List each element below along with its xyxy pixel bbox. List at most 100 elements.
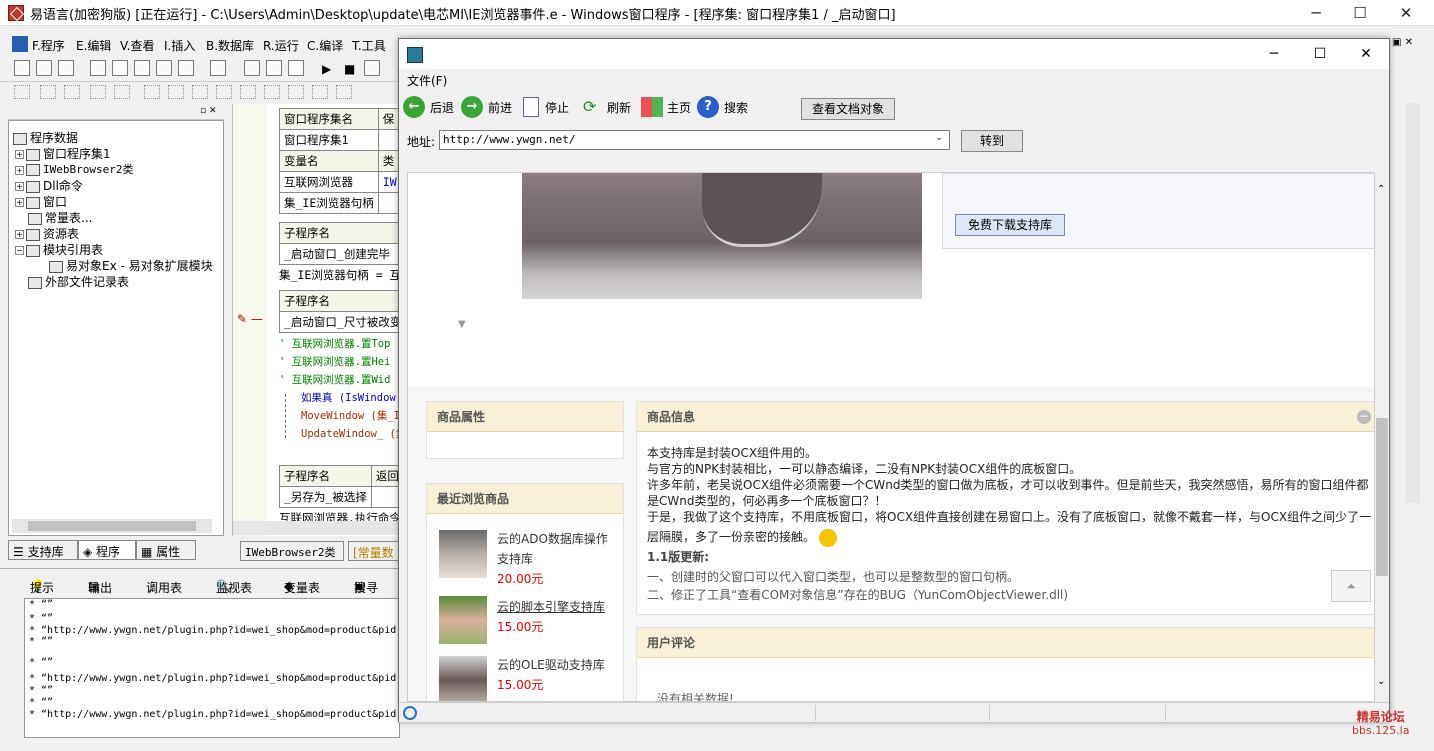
stop-button[interactable]: 停止 [523,95,569,119]
product-name[interactable]: 云的OLE驱动支持库 [497,656,605,673]
tab-support-lib[interactable]: ☰ 支持库 [8,540,78,560]
redo-icon[interactable] [178,60,194,76]
product-thumb[interactable] [439,530,487,578]
tree-scroll-thumb[interactable] [28,521,196,531]
refresh-button[interactable]: ⟳ 刷新 [583,95,631,119]
tree-item-dll[interactable]: + Dll命令 [15,177,83,194]
layout2-icon[interactable] [266,60,282,76]
close-button[interactable]: ✕ [1384,2,1428,24]
back-button[interactable]: ← 后退 [403,95,454,119]
undo-icon[interactable] [156,60,172,76]
vspace-icon[interactable] [240,85,256,99]
panel-pin-icon[interactable]: ▫ ✕ [200,106,217,116]
cell-var-handle[interactable]: 集_IE浏览器句柄 [279,192,379,214]
collapse-icon[interactable]: − [1357,410,1371,424]
browser-minimize-button[interactable]: ─ [1251,41,1297,67]
collapse-arrow-icon[interactable]: ▼ [458,319,466,330]
menu-insert[interactable]: I.插入 [164,37,195,54]
layout1-icon[interactable] [244,60,260,76]
home-button[interactable]: 主页 [641,95,691,119]
same-size-icon[interactable] [192,85,208,99]
code-updatewindow[interactable]: UpdateWindow_ (集 [301,426,406,441]
browser-close-button[interactable]: ✕ [1343,41,1389,67]
cell-sub-create[interactable]: _启动窗口_创建完毕 [279,243,400,265]
product-thumb[interactable] [439,596,487,644]
paste-icon[interactable] [134,60,150,76]
back-to-top-icon[interactable]: ⏶ [1331,570,1371,602]
hspace-icon[interactable] [216,85,232,99]
go-button[interactable]: 转到 [961,130,1023,152]
layout3-icon[interactable] [288,60,304,76]
maximize-button[interactable]: ☐ [1338,2,1382,24]
scroll-down-icon[interactable]: ⌄ [1377,676,1385,687]
new-icon[interactable] [14,60,30,76]
tree-item-resources[interactable]: + 资源表 [15,225,79,242]
code-line-handle[interactable]: 集_IE浏览器句柄 = 互 [279,267,401,283]
find-icon[interactable] [210,60,226,76]
menu-edit[interactable]: E.编辑 [76,37,111,54]
tree-item-modules[interactable]: − 模块引用表 [15,241,103,258]
code-editor[interactable]: 窗口程序集名保 窗口程序集1 变量名类 互联网浏览器 IW 集_IE浏览器句柄 子… [232,104,407,536]
tree-item-external[interactable]: 外部文件记录表 [28,273,129,290]
menu-run[interactable]: R.运行 [263,37,299,54]
tree-item-class[interactable]: + IWebBrowser2类 [15,161,133,177]
web-content[interactable]: 免费下载支持库 ▼ 商品属性 商品信息 − 本支持库是封装OCX组件用的。 与官… [407,172,1375,702]
address-input[interactable]: http://www.ywgn.net/ [439,130,950,150]
code-comment-height[interactable]: ' 互联网浏览器.置Hei [279,354,390,369]
save-icon[interactable] [58,60,74,76]
menu-tools[interactable]: T.工具 [352,37,386,54]
cell-sub-saveas[interactable]: _另存为_被选择 [279,486,372,508]
tree-root[interactable]: 程序数据 [13,129,78,146]
tree-item-module-ex[interactable]: 易对象Ex - 易对象扩展模块 [49,257,213,274]
scroll-up-icon[interactable]: ⌃ [1377,184,1385,195]
cell-var-browser[interactable]: 互联网浏览器 [279,171,379,193]
tab-program[interactable]: ◈ 程序 [78,540,136,560]
run-icon[interactable]: ▶ [322,62,331,76]
mdi-restore-icon[interactable]: ▣ ✕ [1392,37,1413,48]
tab-iwebbrowser[interactable]: IWebBrowser2类 [240,541,344,561]
tree-item-constants[interactable]: 常量表... [28,209,92,226]
menu-database[interactable]: B.数据库 [206,37,254,54]
menu-view[interactable]: V.查看 [120,37,154,54]
stop-icon[interactable]: ■ [344,62,355,76]
lock-icon[interactable] [336,85,352,99]
tree-item-window[interactable]: + 窗口 [15,193,67,210]
center-h-icon[interactable] [264,85,280,99]
align-left-icon[interactable] [14,85,30,99]
cell-set-name[interactable]: 窗口程序集1 [279,129,379,151]
code-hscrollbar[interactable] [233,521,401,535]
output-pane[interactable]: * “” * “” * “http://www.ywgn.net/plugin.… [24,598,400,738]
tree-item-window-set[interactable]: + 窗口程序集1 [15,145,111,162]
product-name-2[interactable]: 支持库 [497,550,533,567]
same-height-icon[interactable] [168,85,184,99]
grid-icon[interactable] [312,85,328,99]
product-name[interactable]: 云的ADO数据库操作 [497,530,608,547]
center-v-icon[interactable] [288,85,304,99]
main-vscrollbar[interactable] [1406,103,1420,503]
code-movewindow[interactable]: MoveWindow (集_IE [301,408,406,423]
product-thumb[interactable] [439,656,487,701]
code-comment-width[interactable]: ' 互联网浏览器.置Wid [279,372,390,387]
view-document-button[interactable]: 查看文档对象 [801,98,895,120]
web-scroll-thumb[interactable] [1376,418,1388,576]
cut-icon[interactable] [90,60,106,76]
menu-program[interactable]: F.程序 [32,37,65,54]
cell-sub-resize[interactable]: _启动窗口_尺寸被改变 [278,311,407,333]
copy-icon[interactable] [112,60,128,76]
step-icon[interactable] [364,60,380,76]
web-vscrollbar[interactable]: ⌃ ⌄ [1375,172,1389,702]
breakpoint-pen-icon[interactable]: ✎ — [237,312,263,326]
browser-maximize-button[interactable]: ☐ [1297,41,1343,67]
tab-constants[interactable]: [常量数 [348,541,400,561]
forward-button[interactable]: → 前进 [461,95,512,119]
align-center-icon[interactable] [40,85,56,99]
browser-menu-file[interactable]: 文件(F) [407,72,447,89]
tab-properties[interactable]: ▦ 属性 [136,540,196,560]
tree-hscrollbar[interactable] [12,519,212,533]
search-button[interactable]: ? 搜索 [697,95,748,119]
align-right-icon[interactable] [64,85,80,99]
address-dropdown-icon[interactable]: ⌄ [935,132,943,143]
align-bottom-icon[interactable] [114,85,130,99]
open-icon[interactable] [36,60,52,76]
product-name[interactable]: 云的脚本引擎支持库 [497,598,605,615]
